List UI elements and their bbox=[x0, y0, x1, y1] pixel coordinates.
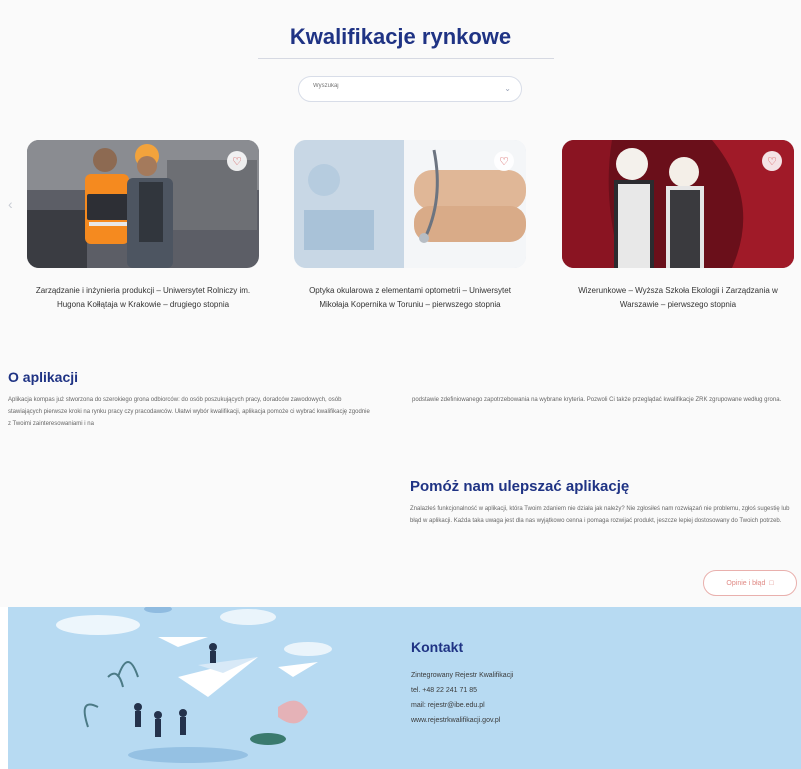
contact-title: Kontakt bbox=[411, 639, 464, 655]
about-text-right: podstawie zdefiniowanego zapotrzebowania… bbox=[412, 397, 782, 403]
workers-photo[interactable]: ♡ bbox=[27, 140, 259, 268]
course-card[interactable]: ♡ Wizerunkowe – Wyższa Szkoła Ekologii i… bbox=[562, 140, 794, 312]
favorite-heart-icon[interactable]: ♡ bbox=[762, 151, 782, 171]
carousel-prev-arrow[interactable]: ‹ bbox=[8, 196, 13, 212]
feedback-button-label: Opinie i błąd bbox=[726, 579, 766, 587]
about-title: O aplikacji bbox=[8, 369, 79, 385]
footer: Kontakt Zintegrowany Rejestr Kwalifikacj… bbox=[8, 607, 801, 769]
course-caption[interactable]: Zarządzanie i inżynieria produkcji – Uni… bbox=[27, 284, 259, 312]
contact-line: Zintegrowany Rejestr Kwalifikacji bbox=[411, 672, 514, 679]
course-caption[interactable]: Wizerunkowe – Wyższa Szkoła Ekologii i Z… bbox=[562, 284, 794, 312]
search-field[interactable]: ⌄ bbox=[298, 76, 522, 102]
improve-title: Pomóż nam ulepszać aplikację bbox=[410, 478, 630, 495]
page-title: Kwalifikacje rynkowe bbox=[289, 24, 512, 49]
mimes-photo[interactable]: ♡ bbox=[562, 140, 794, 268]
course-caption[interactable]: Optyka okularowa z elementami optometrii… bbox=[294, 284, 526, 312]
feedback-icon: □ bbox=[769, 579, 774, 587]
contact-email[interactable]: mail: rejestr@ibe.edu.pl bbox=[411, 702, 485, 709]
main-content: Kwalifikacje rynkowe ⌄ ‹ › bbox=[0, 0, 801, 607]
feedback-button[interactable]: Opinie i błąd □ bbox=[703, 570, 797, 596]
title-divider bbox=[258, 58, 554, 59]
doctor-photo[interactable]: ♡ bbox=[294, 140, 526, 268]
paper-plane-illustration bbox=[56, 607, 332, 763]
course-card[interactable]: ♡ Optyka okularowa z elementami optometr… bbox=[294, 140, 526, 312]
contact-phone[interactable]: tel. +48 22 241 71 85 bbox=[411, 687, 477, 694]
course-card[interactable]: ♡ Zarządzanie i inżynieria produkcji – U… bbox=[27, 140, 259, 312]
chevron-down-icon[interactable]: ⌄ bbox=[504, 84, 511, 93]
improve-text: Znalazłeś funkcjonalność w aplikacji, kt… bbox=[410, 506, 790, 524]
favorite-heart-icon[interactable]: ♡ bbox=[494, 151, 514, 171]
favorite-heart-icon[interactable]: ♡ bbox=[227, 151, 247, 171]
search-input[interactable] bbox=[311, 82, 495, 90]
about-text-left: Aplikacja kompas już stworzona do szerok… bbox=[8, 397, 370, 427]
contact-website[interactable]: www.rejestrkwalifikacji.gov.pl bbox=[411, 717, 500, 724]
